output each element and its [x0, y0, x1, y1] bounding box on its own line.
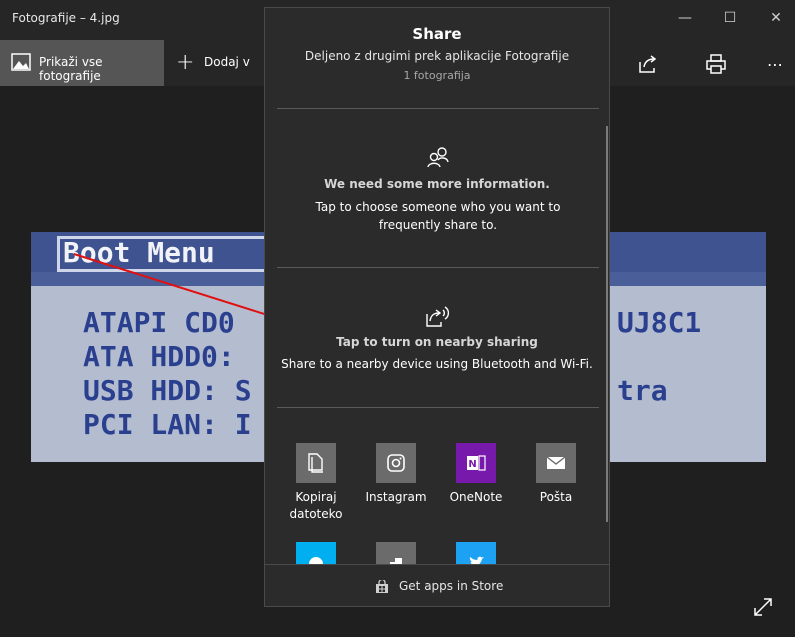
nearby-sharing-section[interactable]: Tap to turn on nearby sharing Share to a… — [265, 268, 609, 407]
scrollbar[interactable] — [606, 126, 608, 522]
twitter-icon[interactable] — [456, 542, 496, 564]
nearby-heading: Tap to turn on nearby sharing — [336, 335, 538, 349]
apps-row-2 — [265, 542, 609, 564]
people-icon — [427, 146, 449, 172]
divider — [277, 407, 599, 408]
app-instagram[interactable]: Instagram — [356, 443, 436, 506]
app-label: OneNote — [449, 490, 503, 504]
people-description: Tap to choose someone who you want to fr… — [315, 200, 561, 232]
fullscreen-icon[interactable] — [752, 596, 774, 622]
onenote-icon: N — [456, 443, 496, 483]
app-mail[interactable]: Pošta — [516, 443, 596, 506]
store-label: Get apps in Store — [399, 579, 504, 593]
mail-icon — [536, 443, 576, 483]
app-label: Pošta — [539, 490, 573, 504]
share-panel: Share Deljeno z drugimi prek aplikacije … — [264, 7, 610, 607]
people-heading: We need some more information. — [324, 177, 550, 191]
app-onenote[interactable]: N OneNote — [436, 443, 516, 506]
skype-icon[interactable] — [296, 542, 336, 564]
share-title: Share — [412, 25, 462, 43]
instagram-icon — [376, 443, 416, 483]
nearby-share-icon — [425, 304, 451, 332]
people-section[interactable]: We need some more information. Tap to ch… — [265, 109, 609, 267]
copy-icon — [296, 443, 336, 483]
svg-text:N: N — [468, 459, 476, 470]
share-count: 1 fotografija — [403, 69, 471, 82]
app-label: Kopiraj datoteko — [289, 490, 343, 521]
store-icon — [375, 578, 389, 598]
app-label: Instagram — [365, 490, 427, 504]
nearby-description: Share to a nearby device using Bluetooth… — [281, 357, 593, 371]
feedback-icon[interactable] — [376, 542, 416, 564]
share-subtitle: Deljeno z drugimi prek aplikacije Fotogr… — [304, 49, 570, 63]
app-copy-file[interactable]: Kopiraj datoteko — [276, 443, 356, 523]
get-apps-store-button[interactable]: Get apps in Store — [265, 564, 609, 607]
